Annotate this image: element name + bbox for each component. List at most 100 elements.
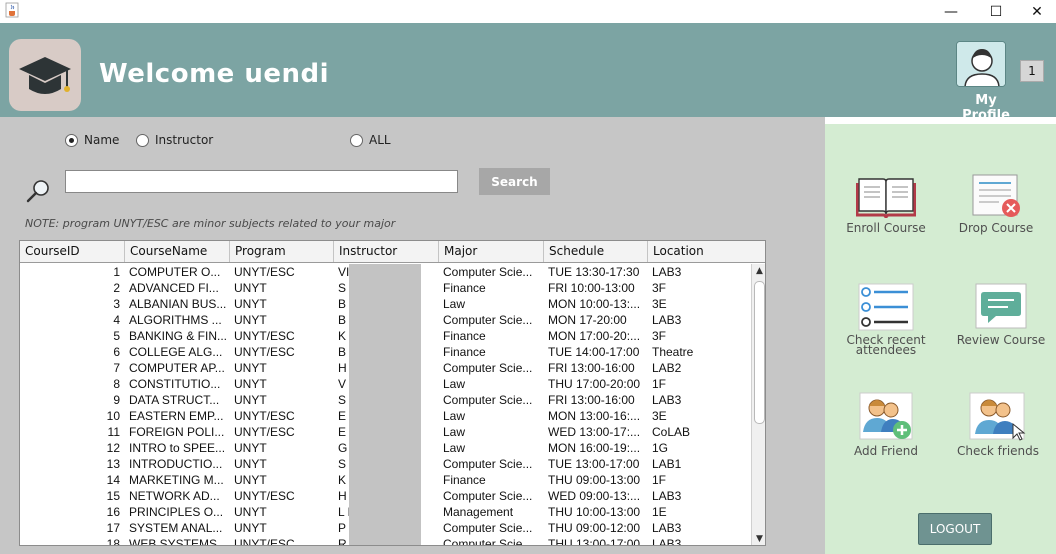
cell-major: Management	[443, 505, 514, 519]
my-profile-link[interactable]: My Profile	[950, 93, 1022, 123]
cell-program: UNYT	[234, 281, 267, 295]
cell-program: UNYT	[234, 297, 267, 311]
cell-program: UNYT	[234, 521, 267, 535]
cell-course-id: 3	[113, 297, 120, 311]
cell-program: UNYT/ESC	[234, 537, 295, 546]
cell-schedule: MON 13:00-16:...	[548, 409, 641, 423]
graduation-cap-icon	[9, 39, 81, 111]
drop-course-label: Drop Course	[958, 221, 1034, 235]
cell-program: UNYT	[234, 393, 267, 407]
column-header-schedule[interactable]: Schedule	[544, 241, 648, 262]
app-header: Welcome uendi My Profile 1	[0, 23, 1056, 123]
filter-radio-label: Instructor	[155, 133, 214, 147]
cell-major: Finance	[443, 473, 486, 487]
cell-program: UNYT	[234, 313, 267, 327]
scroll-up-arrow-icon[interactable]: ▲	[752, 264, 765, 278]
check-attendees-label: Check recent attendees	[846, 333, 926, 357]
cell-location: 3E	[652, 409, 667, 423]
cell-course-id: 15	[106, 489, 120, 503]
cell-location: 3E	[652, 297, 667, 311]
close-button[interactable]: ✕	[1018, 0, 1056, 23]
cell-location: 1F	[652, 473, 667, 487]
cell-major: Computer Scie...	[443, 489, 533, 503]
cell-course-id: 9	[113, 393, 120, 407]
cell-course-id: 8	[113, 377, 120, 391]
welcome-title: Welcome uendi	[99, 59, 330, 89]
scroll-down-arrow-icon[interactable]: ▼	[752, 532, 765, 545]
cell-course-id: 2	[113, 281, 120, 295]
column-header-course-name[interactable]: CourseName	[125, 241, 230, 262]
cell-course-id: 12	[106, 441, 120, 455]
column-header-major[interactable]: Major	[439, 241, 544, 262]
minimize-button[interactable]: —	[928, 0, 974, 23]
user-avatar-icon[interactable]	[956, 41, 1006, 87]
logout-button[interactable]: LOGOUT	[918, 513, 992, 545]
drop-course-button[interactable]: Drop Course	[953, 173, 1039, 235]
add-friend-label: Add Friend	[854, 444, 918, 458]
column-header-program[interactable]: Program	[230, 241, 334, 262]
cell-course-name: WEB SYSTEMS...	[129, 537, 228, 546]
check-attendees-button[interactable]: Check recent attendees	[843, 283, 929, 357]
cell-schedule: TUE 14:00-17:00	[548, 345, 640, 359]
program-note: NOTE: program UNYT/ESC are minor subject…	[25, 217, 396, 230]
window-titlebar: — ☐ ✕	[0, 0, 1056, 23]
cell-schedule: THU 17:00-20:00	[548, 377, 641, 391]
cell-location: LAB3	[652, 521, 682, 535]
filter-radio-all[interactable]: ALL	[350, 133, 391, 147]
filter-radio-instructor[interactable]: Instructor	[136, 133, 213, 147]
cell-course-name: MARKETING M...	[129, 473, 224, 487]
cell-course-name: COMPUTER O...	[129, 265, 221, 279]
cell-location: 1G	[652, 441, 669, 455]
cell-course-id: 14	[106, 473, 120, 487]
column-header-location[interactable]: Location	[648, 241, 765, 262]
checklist-icon	[858, 283, 914, 331]
cell-course-name: INTRO to SPEE...	[129, 441, 226, 455]
table-scrollbar[interactable]: ▲ ▼	[751, 264, 765, 545]
review-course-button[interactable]: Review Course	[953, 283, 1049, 347]
filter-radio-label: ALL	[369, 133, 391, 147]
cell-major: Law	[443, 409, 466, 423]
cell-course-name: COLLEGE ALG...	[129, 345, 223, 359]
cell-location: LAB1	[652, 457, 682, 471]
notification-badge[interactable]: 1	[1020, 60, 1044, 82]
review-course-label: Review Course	[956, 333, 1046, 347]
cell-program: UNYT/ESC	[234, 409, 295, 423]
scrollbar-thumb[interactable]	[754, 281, 765, 424]
column-header-course-id[interactable]: CourseID	[20, 241, 125, 262]
filter-radio-name[interactable]: Name	[65, 133, 119, 147]
cell-program: UNYT	[234, 377, 267, 391]
cell-major: Law	[443, 377, 466, 391]
cell-course-id: 18	[106, 537, 120, 546]
search-button[interactable]: Search	[479, 168, 550, 195]
cell-course-id: 11	[107, 425, 120, 439]
cell-major: Law	[443, 425, 466, 439]
cell-course-id: 4	[113, 313, 120, 327]
radio-button-icon[interactable]	[136, 133, 149, 147]
add-friend-button[interactable]: Add Friend	[843, 392, 929, 458]
course-search-panel: Name Instructor ALL Search NOTE: program…	[0, 117, 825, 554]
search-input[interactable]	[65, 170, 458, 193]
check-friends-button[interactable]: Check friends	[953, 392, 1043, 457]
cell-course-name: EASTERN EMP...	[129, 409, 224, 423]
cell-course-id: 5	[113, 329, 120, 343]
cell-location: LAB3	[652, 537, 682, 546]
book-icon	[856, 178, 916, 219]
cell-major: Computer Scie...	[443, 361, 533, 375]
radio-button-icon[interactable]	[65, 133, 78, 147]
actions-panel: Enroll Course Drop Course Check recent a…	[825, 124, 1056, 554]
enroll-course-button[interactable]: Enroll Course	[843, 173, 929, 234]
maximize-button[interactable]: ☐	[973, 0, 1019, 23]
cell-course-name: INTRODUCTIO...	[129, 457, 223, 471]
cell-course-name: DATA STRUCT...	[129, 393, 220, 407]
cell-program: UNYT	[234, 441, 267, 455]
radio-button-icon[interactable]	[350, 133, 363, 147]
cell-program: UNYT/ESC	[234, 345, 295, 359]
cell-location: 3F	[652, 281, 667, 295]
column-header-instructor[interactable]: Instructor	[334, 241, 439, 262]
cell-major: Law	[443, 297, 466, 311]
cell-program: UNYT	[234, 505, 267, 519]
cell-location: CoLAB	[652, 425, 691, 439]
cell-schedule: THU 09:00-12:00	[548, 521, 641, 535]
cell-schedule: WED 13:00-17:...	[548, 425, 641, 439]
cell-course-id: 10	[106, 409, 120, 423]
